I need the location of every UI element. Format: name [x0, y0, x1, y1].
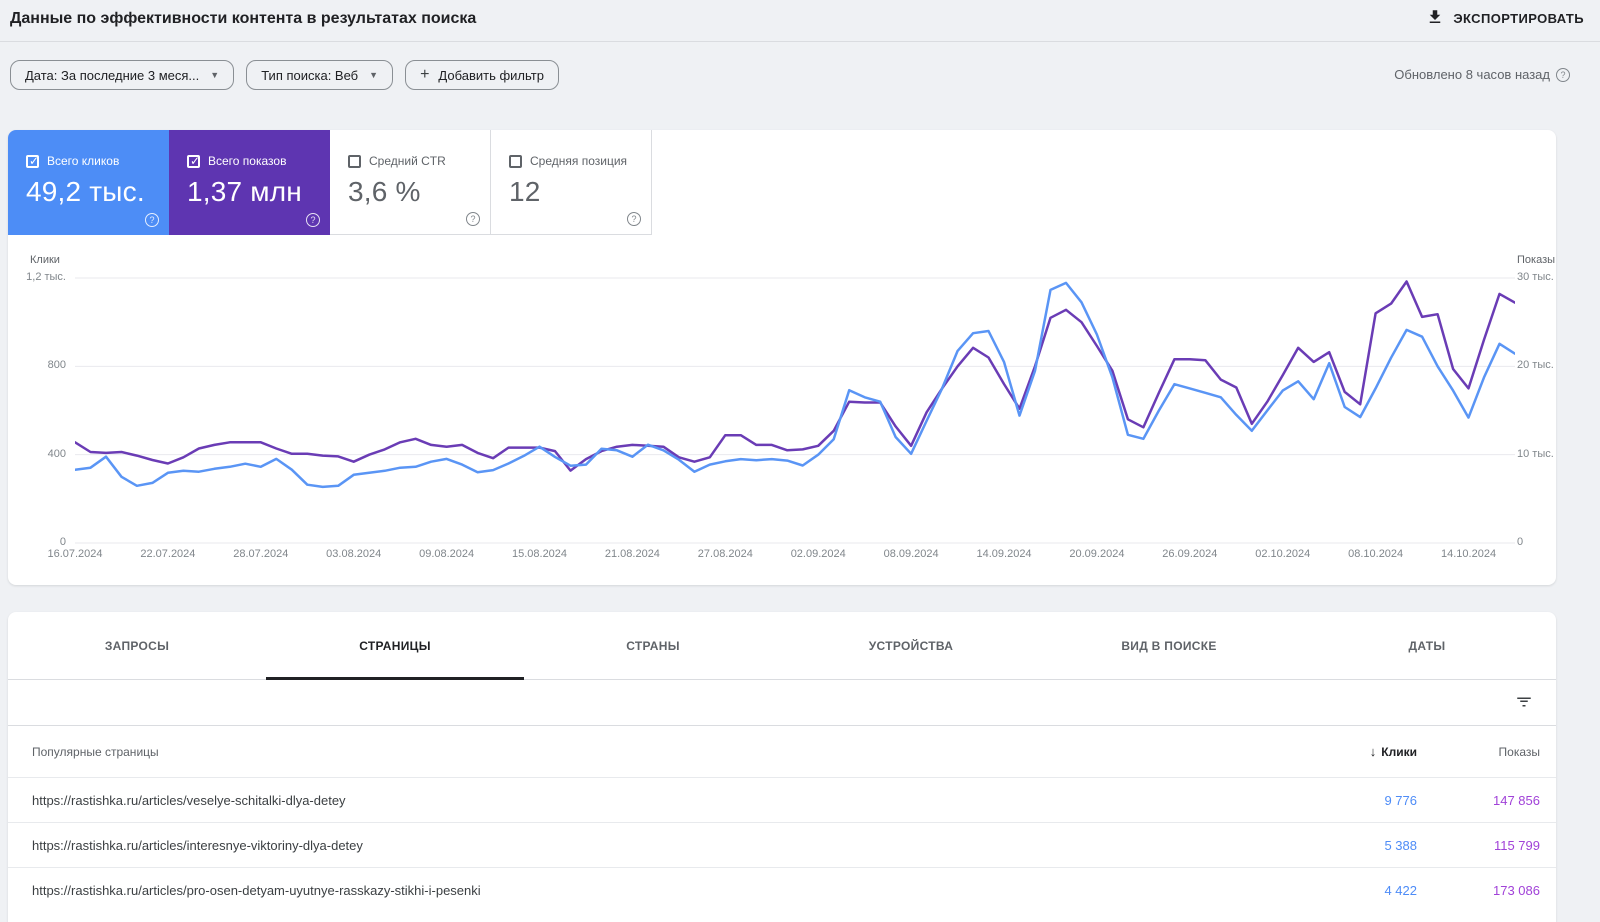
table-header-row: Популярные страницы ↓ Клики Показы [8, 726, 1556, 777]
metric-card-average-position[interactable]: Средняя позиция 12 ? [491, 130, 652, 235]
page-url-link[interactable]: https://rastishka.ru/articles/veselye-sc… [32, 793, 1297, 808]
left-axis-tick: 0 [59, 535, 66, 548]
x-axis-tick: 02.10.2024 [1255, 548, 1311, 560]
metric-value: 12 [509, 176, 541, 207]
x-axis-tick: 03.08.2024 [326, 548, 382, 560]
metric-card-total-clicks[interactable]: Всего кликов 49,2 тыс. ? [8, 130, 169, 235]
checkbox-icon [187, 154, 200, 168]
metric-value: 49,2 тыс. [26, 176, 145, 207]
export-label: ЭКСПОРТИРОВАТЬ [1453, 11, 1584, 26]
table-row[interactable]: https://rastishka.ru/articles/pro-osen-d… [8, 867, 1556, 912]
x-axis-tick: 21.08.2024 [604, 548, 660, 560]
metric-card-average-ctr[interactable]: Средний CTR 3,6 % ? [330, 130, 491, 235]
checkbox-icon [348, 154, 361, 168]
metric-value: 1,37 млн [187, 176, 302, 207]
tab-dates[interactable]: ДАТЫ [1298, 612, 1556, 679]
chevron-down-icon: ▼ [210, 70, 220, 80]
plus-icon: + [420, 66, 430, 83]
x-axis-tick: 22.07.2024 [140, 548, 196, 560]
help-icon[interactable]: ? [145, 213, 159, 227]
clicks-value: 4 422 [1384, 882, 1417, 898]
filter-rows-button[interactable] [1514, 693, 1534, 713]
top-header: Данные по эффективности контента в резул… [0, 0, 1600, 42]
page-url-link[interactable]: https://rastishka.ru/articles/pro-osen-d… [32, 883, 1297, 898]
help-icon[interactable]: ? [1556, 67, 1570, 82]
x-axis-tick: 08.10.2024 [1348, 548, 1404, 560]
performance-line-chart [75, 277, 1515, 544]
x-axis-tick: 28.07.2024 [233, 548, 289, 560]
right-axis-tick: 0 [1517, 535, 1524, 548]
impressions-value: 173 086 [1493, 882, 1540, 898]
date-filter-chip[interactable]: Дата: За последние 3 меся... ▼ [10, 60, 235, 90]
left-axis-title: Клики [30, 254, 60, 266]
filter-list-icon [1515, 697, 1533, 714]
help-icon[interactable]: ? [627, 212, 641, 226]
left-axis-tick: 400 [47, 447, 66, 460]
impressions-value: 115 799 [1493, 837, 1540, 853]
sort-desc-icon: ↓ [1369, 744, 1377, 759]
right-axis-tick: 20 тыс. [1517, 359, 1554, 372]
tab-search-appearance[interactable]: ВИД В ПОИСКЕ [1040, 612, 1298, 679]
impressions-value: 147 856 [1493, 792, 1540, 808]
download-icon [1426, 8, 1444, 29]
tab-queries[interactable]: ЗАПРОСЫ [8, 612, 266, 679]
x-axis-tick: 26.09.2024 [1162, 548, 1218, 560]
x-axis-tick: 16.07.2024 [47, 548, 103, 560]
add-filter-label: Добавить фильтр [438, 67, 544, 83]
right-axis-tick: 30 тыс. [1517, 271, 1554, 283]
table-row[interactable]: https://rastishka.ru/articles/interesnye… [8, 822, 1556, 867]
x-axis-tick: 02.09.2024 [790, 548, 846, 560]
help-icon[interactable]: ? [306, 213, 320, 227]
date-filter-label: Дата: За последние 3 меся... [25, 67, 200, 83]
page-url-link[interactable]: https://rastishka.ru/articles/interesnye… [32, 838, 1297, 853]
tab-devices[interactable]: УСТРОЙСТВА [782, 612, 1040, 679]
updated-text: Обновлено 8 часов назад [1394, 67, 1550, 82]
clicks-column-header[interactable]: ↓ Клики [1297, 744, 1417, 759]
filter-bar: Дата: За последние 3 меся... ▼ Тип поиск… [0, 42, 1600, 108]
metric-label: Всего кликов [47, 154, 120, 168]
right-axis-tick: 10 тыс. [1517, 447, 1554, 460]
metric-label: Средний CTR [369, 154, 446, 168]
x-axis-tick: 14.09.2024 [976, 548, 1032, 560]
x-axis-tick: 15.08.2024 [511, 548, 568, 560]
help-icon[interactable]: ? [466, 212, 480, 226]
table-tools-row [8, 680, 1556, 726]
left-axis-tick: 1,2 тыс. [26, 271, 66, 283]
export-button[interactable]: ЭКСПОРТИРОВАТЬ [1426, 8, 1584, 29]
tab-pages[interactable]: СТРАНИЦЫ [266, 612, 524, 680]
table-row[interactable]: https://rastishka.ru/articles/veselye-sc… [8, 777, 1556, 822]
clicks-value: 9 776 [1384, 792, 1417, 808]
search-type-filter-chip[interactable]: Тип поиска: Веб ▼ [246, 60, 394, 90]
x-axis-tick: 27.08.2024 [697, 548, 753, 560]
x-axis-tick: 14.10.2024 [1441, 548, 1497, 560]
dimension-tabs: ЗАПРОСЫ СТРАНИЦЫ СТРАНЫ УСТРОЙСТВА ВИД В… [8, 612, 1556, 680]
x-axis-tick: 20.09.2024 [1069, 548, 1125, 560]
updated-status: Обновлено 8 часов назад ? [1394, 67, 1570, 82]
metric-card-total-impressions[interactable]: Всего показов 1,37 млн ? [169, 130, 330, 235]
right-axis-title: Показы [1517, 254, 1556, 266]
x-axis-labels: 16.07.2024 22.07.2024 28.07.2024 03.08.2024… [47, 548, 1515, 564]
metric-value: 3,6 % [348, 176, 421, 207]
metric-label: Средняя позиция [530, 154, 628, 168]
clicks-value: 5 388 [1384, 837, 1417, 853]
impressions-column-header[interactable]: Показы [1417, 745, 1540, 759]
dimensions-table-card: ЗАПРОСЫ СТРАНИЦЫ СТРАНЫ УСТРОЙСТВА ВИД В… [8, 612, 1556, 922]
page-title: Данные по эффективности контента в резул… [10, 10, 477, 27]
checkbox-icon [509, 154, 522, 168]
performance-chart-card: Всего кликов 49,2 тыс. ? Всего показов 1… [8, 130, 1556, 585]
search-type-label: Тип поиска: Веб [261, 67, 359, 83]
x-axis-tick: 08.09.2024 [883, 548, 939, 560]
metric-label: Всего показов [208, 154, 287, 168]
add-filter-chip[interactable]: + Добавить фильтр [405, 60, 559, 90]
chevron-down-icon: ▼ [369, 70, 379, 80]
x-axis-tick: 09.08.2024 [419, 548, 475, 560]
tab-countries[interactable]: СТРАНЫ [524, 612, 782, 679]
pages-column-header: Популярные страницы [32, 744, 159, 759]
checkbox-icon [26, 154, 39, 168]
left-axis-tick: 800 [47, 359, 66, 372]
metrics-row: Всего кликов 49,2 тыс. ? Всего показов 1… [8, 130, 652, 235]
